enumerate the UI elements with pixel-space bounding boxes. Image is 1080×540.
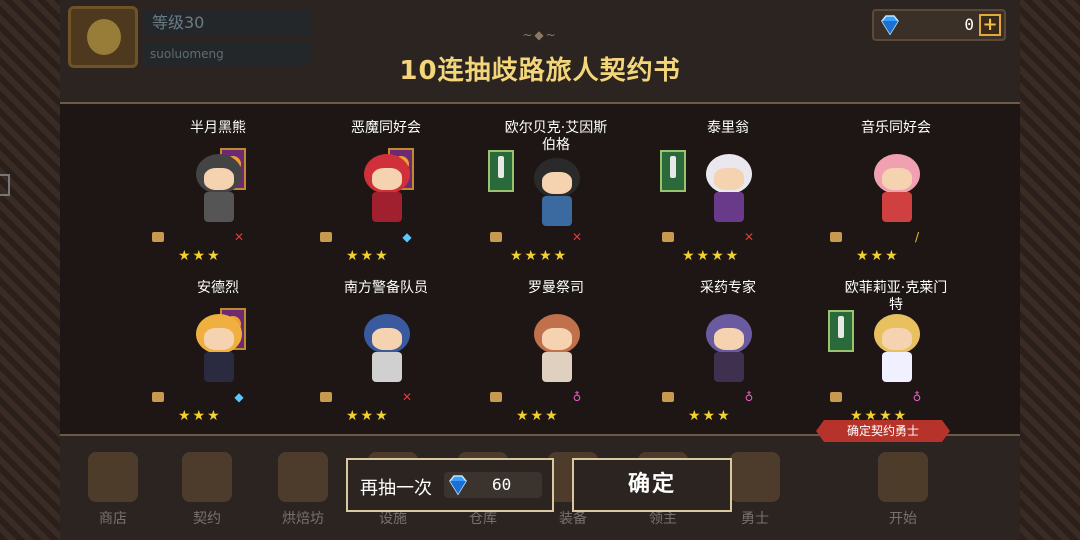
character-sprite (188, 154, 250, 226)
character-card[interactable]: 泰里翁 ✕ ★★★★ (648, 120, 808, 270)
summon-cost-value: 60 (492, 475, 512, 494)
bottom-nav-item[interactable]: 开始 (868, 444, 938, 534)
potion-icon: ♁ (912, 390, 922, 404)
confirm-button[interactable]: 确定 (572, 458, 732, 512)
nav-icon (730, 452, 780, 502)
star-rating: ★★★★ (510, 248, 569, 264)
character-card[interactable]: 音乐同好会 / ★★★ (816, 120, 976, 270)
character-name: 欧菲莉亚·克莱门特 (844, 280, 948, 313)
diamond-icon (881, 15, 899, 36)
character-name: 南方警备队员 (344, 280, 428, 296)
star-rating: ★★★ (178, 408, 222, 424)
character-name: 半月黑熊 (190, 120, 246, 136)
scroll-icon (152, 232, 164, 242)
character-name: 欧尔贝克·艾因斯伯格 (504, 120, 608, 153)
character-name: 泰里翁 (707, 120, 749, 136)
scroll-icon (152, 392, 164, 402)
scroll-icon (320, 232, 332, 242)
nav-icon (182, 452, 232, 502)
nav-icon (278, 452, 328, 502)
character-name: 罗曼祭司 (528, 280, 584, 296)
character-card[interactable]: 南方警备队员 ✕ ★★★ (306, 280, 466, 430)
side-tab[interactable] (0, 174, 10, 196)
character-sprite (356, 314, 418, 386)
scroll-icon (490, 392, 502, 402)
character-card[interactable]: 欧菲莉亚·克莱门特 ♁ ★★★★ (816, 280, 976, 430)
scroll-icon (490, 232, 502, 242)
character-sprite (356, 154, 418, 226)
gem-counter: 0 + (872, 9, 1006, 41)
potion-icon: ♁ (572, 390, 582, 404)
diamond-icon (449, 475, 467, 496)
nav-icon (88, 452, 138, 502)
character-card[interactable]: 安德烈 ◆ ★★★ (138, 280, 298, 430)
character-card[interactable]: 恶魔同好会 ◆ ★★★ (306, 120, 466, 270)
nav-label: 契约 (193, 511, 221, 527)
character-sprite (866, 154, 928, 226)
staff-icon: / (914, 230, 920, 244)
warrior-class-banner-icon (660, 150, 686, 192)
warrior-class-banner-icon (828, 310, 854, 352)
star-rating: ★★★★ (682, 248, 741, 264)
sword-icon: ✕ (401, 390, 413, 404)
nav-icon (878, 452, 928, 502)
character-sprite (526, 158, 588, 230)
gem-count: 0 (964, 15, 974, 34)
gem-icon: ◆ (234, 390, 244, 404)
star-rating: ★★★ (346, 408, 390, 424)
character-name: 音乐同好会 (861, 120, 931, 136)
star-rating: ★★★ (856, 248, 900, 264)
add-gems-button[interactable]: + (979, 14, 1001, 36)
warrior-class-banner-icon (488, 150, 514, 192)
summon-again-label: 再抽一次 (360, 478, 432, 499)
character-sprite (526, 314, 588, 386)
character-sprite (866, 314, 928, 386)
scroll-icon (662, 392, 674, 402)
scroll-icon (320, 392, 332, 402)
character-name: 安德烈 (197, 280, 239, 296)
character-sprite (698, 154, 760, 226)
scroll-icon (830, 232, 842, 242)
character-card[interactable]: 半月黑熊 ✕ ★★★ (138, 120, 298, 270)
star-rating: ★★★ (178, 248, 222, 264)
potion-icon: ♁ (744, 390, 754, 404)
bottom-nav-item[interactable]: 契约 (172, 444, 242, 534)
character-name: 恶魔同好会 (351, 120, 421, 136)
character-card[interactable]: 罗曼祭司 ♁ ★★★ (476, 280, 636, 430)
character-card[interactable]: 采药专家 ♁ ★★★ (648, 280, 808, 430)
character-name: 采药专家 (700, 280, 756, 296)
player-level: 等级30 (144, 10, 312, 36)
star-rating: ★★★ (346, 248, 390, 264)
star-rating: ★★★ (688, 408, 732, 424)
bottom-nav-item[interactable]: 烘焙坊 (268, 444, 338, 534)
character-card[interactable]: 欧尔贝克·艾因斯伯格 ✕ ★★★★ (476, 120, 636, 270)
nav-label: 烘焙坊 (282, 511, 324, 527)
star-rating: ★★★ (516, 408, 560, 424)
gem-icon: ◆ (402, 230, 412, 244)
confirm-hero-tag: 确定契约勇士 (816, 420, 950, 442)
character-sprite (698, 314, 760, 386)
nav-label: 商店 (99, 511, 127, 527)
sword-icon: ✕ (233, 230, 245, 244)
nav-label: 开始 (889, 511, 917, 527)
character-sprite (188, 314, 250, 386)
scroll-icon (662, 232, 674, 242)
page-title: 10连抽歧路旅人契约书 (399, 56, 681, 86)
title-ornament: ~◆~ (522, 28, 558, 42)
summon-again-button[interactable]: 再抽一次 60 (346, 458, 554, 512)
sword-icon: ✕ (743, 230, 755, 244)
sword-icon: ✕ (571, 230, 583, 244)
summon-cost: 60 (444, 472, 542, 498)
scroll-icon (830, 392, 842, 402)
bottom-nav-item[interactable]: 商店 (78, 444, 148, 534)
